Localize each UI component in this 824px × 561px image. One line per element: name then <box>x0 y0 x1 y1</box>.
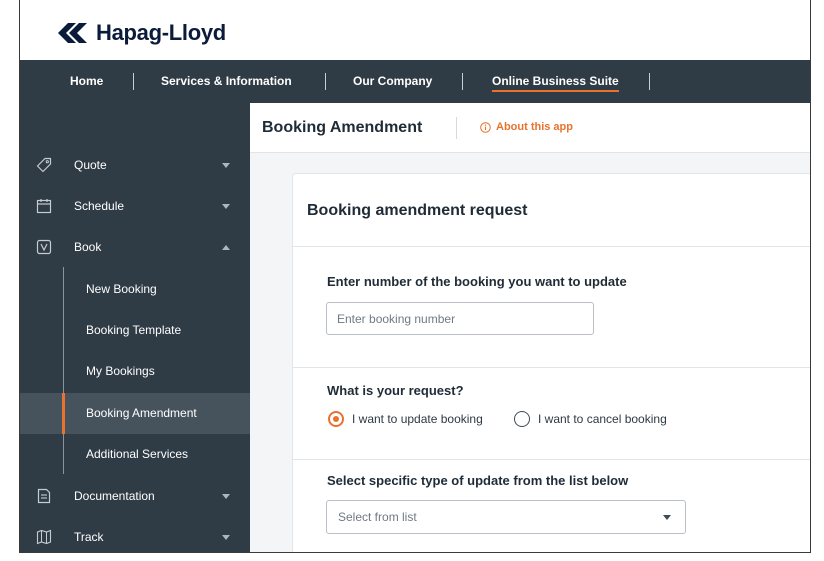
nav-separator <box>325 73 326 90</box>
hapag-lloyd-logo-icon <box>58 23 87 43</box>
caret-down-icon <box>663 515 671 520</box>
request-type-label: What is your request? <box>327 383 464 398</box>
radio-selected-icon <box>328 411 344 427</box>
calendar-icon <box>36 199 52 214</box>
sidebar-subitem-label: New Booking <box>86 282 157 296</box>
document-icon <box>37 488 51 504</box>
sidebar-subitem-label: Additional Services <box>86 447 189 461</box>
nav-separator <box>649 73 650 90</box>
brand-name: Hapag-Lloyd <box>96 20 226 45</box>
select-placeholder: Select from list <box>338 510 417 524</box>
chevron-down-icon <box>222 535 230 540</box>
page-title: Booking Amendment <box>262 119 423 136</box>
nav-online-business-suite[interactable]: Online Business Suite <box>492 60 619 103</box>
radio-update-booking[interactable]: I want to update booking <box>328 411 483 427</box>
section-divider <box>293 246 810 247</box>
sidebar-subitem-label: My Bookings <box>86 364 155 378</box>
sidebar-item-book[interactable]: Book <box>20 227 250 268</box>
sidebar-item-label: Book <box>74 240 102 254</box>
nav-home[interactable]: Home <box>70 60 103 103</box>
map-pin-icon <box>36 529 52 545</box>
sidebar-subitem-my-bookings[interactable]: My Bookings <box>20 351 250 392</box>
top-navigation: Home Services & Information Our Company … <box>20 60 810 103</box>
page-header: Booking Amendment About this app <box>250 103 810 153</box>
chevron-down-icon <box>222 494 230 499</box>
book-icon <box>36 239 52 255</box>
sidebar-item-track[interactable]: Track <box>20 517 250 552</box>
radio-unselected-icon <box>514 411 530 427</box>
info-icon <box>480 122 491 133</box>
nav-separator <box>133 73 134 90</box>
nav-services-information[interactable]: Services & Information <box>161 60 292 103</box>
nav-our-company[interactable]: Our Company <box>353 60 432 103</box>
sidebar-subitem-booking-template[interactable]: Booking Template <box>20 310 250 351</box>
sidebar-subitem-label: Booking Amendment <box>86 406 197 420</box>
section-divider <box>293 367 810 368</box>
section-divider <box>293 459 810 460</box>
sidebar-subitem-additional-services[interactable]: Additional Services <box>20 434 250 475</box>
update-type-label: Select specific type of update from the … <box>327 473 629 488</box>
about-link-label: About this app <box>496 121 573 133</box>
form-title: Booking amendment request <box>307 202 528 219</box>
radio-cancel-booking[interactable]: I want to cancel booking <box>514 411 667 427</box>
sidebar-item-label: Schedule <box>74 199 125 213</box>
tag-icon <box>36 157 52 173</box>
sidebar-item-label: Quote <box>74 158 107 172</box>
nav-separator <box>462 73 463 90</box>
sidebar-subitem-booking-amendment[interactable]: Booking Amendment <box>20 393 250 434</box>
sidebar-item-documentation[interactable]: Documentation <box>20 476 250 517</box>
sidebar-item-label: Documentation <box>74 489 155 503</box>
chevron-down-icon <box>222 163 230 168</box>
radio-update-label: I want to update booking <box>352 412 483 426</box>
radio-cancel-label: I want to cancel booking <box>538 412 667 426</box>
sidebar-item-label: Track <box>74 530 104 544</box>
header-separator <box>456 117 457 139</box>
sidebar-subitem-new-booking[interactable]: New Booking <box>20 269 250 310</box>
brand-logo[interactable]: Hapag-Lloyd <box>58 20 226 46</box>
brand-bar: Hapag-Lloyd <box>20 0 810 60</box>
sidebar: Quote Schedule Book New Booking Booking … <box>20 103 250 552</box>
about-this-app-link[interactable]: About this app <box>480 103 573 152</box>
sidebar-item-schedule[interactable]: Schedule <box>20 186 250 227</box>
booking-number-input[interactable] <box>326 302 594 335</box>
app-window: Hapag-Lloyd Home Services & Information … <box>19 0 811 553</box>
amendment-form-card: Booking amendment request Enter number o… <box>292 173 810 552</box>
chevron-up-icon <box>222 245 230 250</box>
chevron-down-icon <box>222 204 230 209</box>
sidebar-item-quote[interactable]: Quote <box>20 145 250 186</box>
booking-number-label: Enter number of the booking you want to … <box>327 274 627 289</box>
sidebar-subitem-label: Booking Template <box>86 323 182 337</box>
update-type-select[interactable]: Select from list <box>326 500 686 534</box>
